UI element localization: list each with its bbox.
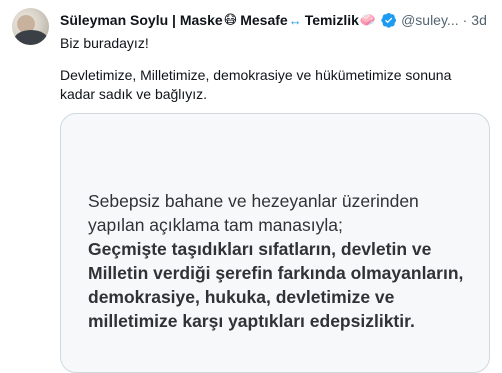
author-name[interactable]: Süleyman Soylu | Maske: [60, 12, 223, 28]
mask-emoji-icon: 😷: [223, 12, 238, 27]
author-name-temizlik[interactable]: Temizlik: [305, 12, 359, 28]
tweet-text-line-2: Devletimize, Milletimize, demokrasiye ve…: [60, 67, 452, 102]
quote-line-regular-2: yapılan açıklama tam manasıyla;: [88, 215, 343, 235]
image-quote-text: Sebepsiz bahane ve hezeyanlar üzerinden …: [88, 189, 488, 333]
separator-dot: ·: [462, 12, 468, 28]
quote-line-bold-4: milletimize karşı yaptıkları edepsizlikt…: [88, 311, 415, 331]
quote-line-regular-1: Sebepsiz bahane ve hezeyanlar üzerinden: [88, 191, 419, 211]
tweet[interactable]: Süleyman Soylu | Maske 😷 Mesafe ↔ Temizl…: [0, 0, 502, 373]
quote-line-bold-1: Geçmişte taşıdıkları sıfatların, devleti…: [88, 239, 432, 259]
soap-emoji-icon: 🧼: [359, 12, 377, 27]
avatar[interactable]: [12, 8, 49, 45]
tweet-text-line-1: Biz buradayız!: [60, 35, 149, 51]
author-name-mesafe[interactable]: Mesafe: [240, 12, 287, 28]
quote-line-bold-2: Milletin verdiği şerefin farkında olmaya…: [88, 263, 464, 283]
author-handle[interactable]: @suley...: [401, 12, 459, 28]
tweet-header: Süleyman Soylu | Maske 😷 Mesafe ↔ Temizl…: [60, 11, 492, 29]
tweet-timestamp[interactable]: 3d: [471, 12, 487, 28]
left-right-arrow-icon: ↔: [288, 12, 302, 28]
verified-badge-icon: [381, 13, 397, 28]
avatar-shoulders: [14, 30, 48, 45]
quote-line-bold-3: demokrasiye, hukuka, devletimize ve: [88, 287, 395, 307]
